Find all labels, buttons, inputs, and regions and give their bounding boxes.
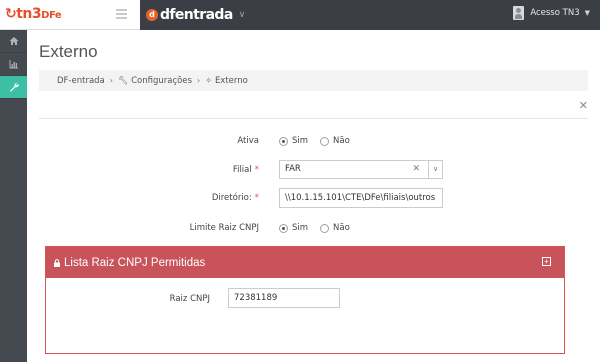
sidebar [0,30,27,362]
breadcrumb-item-dfentrada[interactable]: DF-entrada [57,76,105,86]
filial-label: Filial * [232,165,259,175]
breadcrumb-item-externo: Externo [214,75,248,86]
limite-radio-sim[interactable]: Sim [279,223,308,233]
sidebar-item-settings[interactable] [0,76,27,99]
radio-checked-icon [279,223,288,233]
radio-unchecked-icon [320,223,330,233]
user-menu[interactable]: Acesso TN3 ▼ [513,6,590,20]
avatar [513,6,525,20]
limite-radio-nao[interactable]: Não [320,223,350,233]
main-content: Externo DF-entrada › 🔧︎ Configurações › … [27,30,600,362]
wrench-icon [9,82,19,92]
divider [39,118,588,119]
top-bar: ↻tn3DFe d dfentrada ∨ Acesso TN3 ▼ [0,0,600,30]
ativa-radio-group: Sim Não [279,131,362,151]
wrench-icon: 🔧︎ [117,76,129,85]
home-icon [9,37,18,45]
raiz-cnpj-label: Raiz CNPJ [169,294,210,304]
tn3-logo[interactable]: ↻tn3DFe [5,6,62,22]
radio-checked-icon [279,136,288,146]
app-logo-mark-icon: d [146,9,158,21]
caret-down-icon: ▼ [584,9,590,17]
ativa-radio-nao[interactable]: Não [320,136,350,146]
limite-radio-group: Sim Não [279,218,362,238]
raiz-cnpj-panel: Lista Raiz CNPJ Permitidas + Raiz CNPJ 7… [45,246,565,354]
app-switcher[interactable]: d dfentrada ∨ [146,6,245,24]
clear-icon[interactable]: ✕ [412,161,420,178]
raiz-cnpj-input[interactable]: 72381189 [228,288,340,308]
menu-toggle-icon[interactable] [116,9,127,19]
close-icon[interactable]: ✕ [579,99,588,112]
page-title: Externo [39,42,98,61]
breadcrumb-item-configuracoes[interactable]: Configurações [131,76,192,86]
sidebar-item-reports[interactable] [0,53,27,76]
chevron-right-icon: › [197,76,201,85]
limite-raiz-cnpj-label: Limite Raiz CNPJ [189,223,259,233]
bar-chart-icon [9,60,18,69]
brand-area: ↻tn3DFe [0,0,140,30]
panel-title: Lista Raiz CNPJ Permitidas [64,256,206,269]
expand-icon[interactable]: + [542,257,551,266]
diretorio-input[interactable]: \\10.1.15.101\CTE\DFe\filiais\outros [279,188,443,208]
chevron-down-icon: ∨ [238,10,246,20]
panel-header: Lista Raiz CNPJ Permitidas + [46,247,564,278]
filial-select[interactable]: FAR ✕ ∨ [279,160,443,179]
diretorio-label: Diretório: * [211,193,259,203]
app-logo-text: dfentrada [160,7,233,23]
lock-icon [54,258,60,267]
ativa-label: Ativa [237,136,259,146]
ativa-radio-sim[interactable]: Sim [279,136,308,146]
radio-unchecked-icon [320,136,330,146]
chevron-right-icon: › [109,76,113,85]
breadcrumb: DF-entrada › 🔧︎ Configurações › ✧ Extern… [39,70,588,91]
plug-icon: ✧ [205,76,212,85]
user-name: Acesso TN3 [530,8,580,18]
sidebar-item-home[interactable] [0,30,27,53]
chevron-down-icon[interactable]: ∨ [428,161,442,178]
filial-selected-value: FAR [285,164,301,174]
